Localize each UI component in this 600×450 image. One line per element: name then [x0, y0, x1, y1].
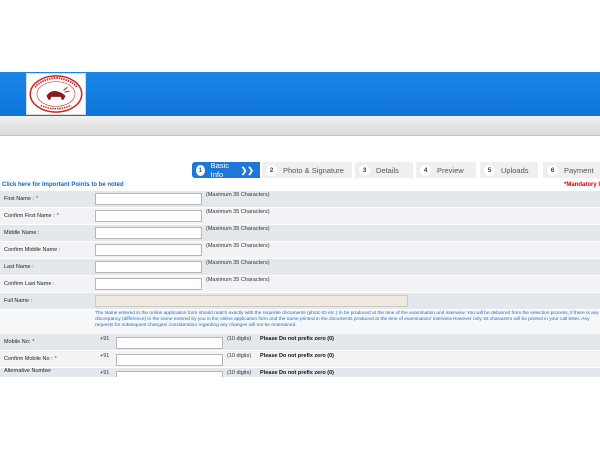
label-text: Confirm Last Name : — [4, 281, 55, 287]
form-row-confirm-last-name: Confirm Last Name : (Maximum 35 Characte… — [0, 276, 600, 293]
field-label: Mobile No: * — [0, 334, 92, 350]
form-row-full-name: Full Name : — [0, 293, 600, 310]
step-uploads[interactable]: 5 Uploads — [480, 162, 538, 178]
label-text: Last Name : — [4, 264, 34, 270]
name-matching-note: The Name entered in the online applicati… — [95, 311, 599, 328]
mobile-number-input[interactable] — [116, 337, 223, 349]
field-label: Full Name : — [0, 293, 92, 309]
bull-emblem-icon — [29, 75, 83, 113]
field-label: Middle Name : — [0, 225, 92, 241]
middle-name-input[interactable] — [95, 227, 202, 239]
field-cell: (Maximum 35 Characters) — [92, 242, 600, 258]
label-text: Confirm Mobile No : — [4, 356, 53, 362]
label-text: Mobile No: — [4, 339, 31, 345]
confirm-first-name-input[interactable] — [95, 210, 202, 222]
confirm-last-name-input[interactable] — [95, 278, 202, 290]
field-hint: (Maximum 35 Characters) — [206, 243, 270, 249]
form-row-confirm-first-name: Confirm First Name : * (Maximum 35 Chara… — [0, 208, 600, 225]
field-cell: (Maximum 35 Characters) — [92, 225, 600, 241]
last-name-input[interactable] — [95, 261, 202, 273]
step-number: 2 — [266, 164, 277, 176]
field-hint: (Maximum 35 Characters) — [206, 226, 270, 232]
required-marker: * — [56, 213, 59, 219]
field-cell: +91 (10 digits) Please Do not prefix zer… — [92, 334, 600, 350]
field-hint: (Maximum 35 Characters) — [206, 209, 270, 215]
form-row-confirm-middle-name: Confirm Middle Name : (Maximum 35 Charac… — [0, 242, 600, 259]
step-number: 3 — [359, 164, 370, 176]
field-cell: (Maximum 35 Characters) — [92, 276, 600, 292]
confirm-mobile-number-input[interactable] — [116, 354, 223, 366]
label-text: First Name : — [4, 196, 34, 202]
step-details[interactable]: 3 Details — [355, 162, 413, 178]
form-row-middle-name: Middle Name : (Maximum 35 Characters) — [0, 225, 600, 242]
top-banner — [0, 72, 600, 116]
no-zero-warning: Please Do not prefix zero (0) — [260, 370, 334, 376]
required-marker: * — [32, 339, 35, 345]
field-cell: (Maximum 35 Characters) — [92, 191, 600, 207]
emblem-logo — [26, 73, 86, 115]
field-label: Confirm Middle Name : — [0, 242, 92, 258]
form-row-confirm-mobile: Confirm Mobile No : * +91 (10 digits) Pl… — [0, 351, 600, 368]
label-text: Full Name : — [4, 298, 33, 304]
important-points-link[interactable]: Click here for Important Points to be no… — [2, 182, 124, 188]
required-marker: * — [54, 356, 57, 362]
mandatory-note: *Mandatory I — [563, 182, 600, 188]
country-code: +91 — [100, 353, 110, 359]
field-cell: (Maximum 35 Characters) — [92, 208, 600, 224]
required-marker: * — [35, 196, 39, 202]
field-label: Confirm Last Name : — [0, 276, 92, 292]
digits-hint: (10 digits) — [227, 336, 252, 342]
country-code: +91 — [100, 370, 110, 376]
step-label: Basic Info — [210, 161, 229, 179]
field-cell: (Maximum 35 Characters) — [92, 259, 600, 275]
step-payment[interactable]: 6 Payment — [543, 162, 600, 178]
step-number: 6 — [547, 164, 558, 176]
field-hint: (Maximum 35 Characters) — [206, 277, 270, 283]
no-zero-warning: Please Do not prefix zero (0) — [260, 353, 334, 359]
form-row-mobile: Mobile No: * +91 (10 digits) Please Do n… — [0, 334, 600, 351]
field-label: Confirm Mobile No : * — [0, 351, 92, 367]
field-hint: (Maximum 35 Characters) — [206, 192, 270, 198]
progress-steps: 1 Basic Info ❯❯ 2 Photo & Signature 3 De… — [0, 161, 600, 179]
digits-hint: (10 digits) — [227, 370, 252, 376]
step-label: Payment — [564, 165, 594, 175]
no-zero-warning: Please Do not prefix zero (0) — [260, 336, 334, 342]
step-number: 4 — [420, 164, 431, 176]
label-text: Confirm Middle Name : — [4, 247, 61, 253]
step-label: Details — [376, 165, 399, 175]
first-name-input[interactable] — [95, 193, 202, 205]
step-basic-info[interactable]: 1 Basic Info ❯❯ — [192, 161, 260, 179]
step-label: Preview — [437, 165, 464, 175]
form-row-alternative-number: Alternative Number +91 (10 digits) Pleas… — [0, 368, 600, 378]
step-label: Uploads — [501, 165, 529, 175]
basic-info-form: First Name : * (Maximum 35 Characters) C… — [0, 191, 600, 378]
field-label: Alternative Number — [0, 368, 92, 377]
full-name-readonly-field — [95, 295, 408, 307]
field-cell: +91 (10 digits) Please Do not prefix zer… — [92, 368, 600, 377]
country-code: +91 — [100, 336, 110, 342]
step-number: 1 — [196, 164, 205, 176]
chevron-right-icon: ❯❯ — [240, 165, 254, 175]
alternative-number-input[interactable] — [116, 371, 223, 377]
label-text: Alternative Number — [4, 368, 52, 374]
label-text: Confirm First Name : — [4, 213, 55, 219]
step-photo-signature[interactable]: 2 Photo & Signature — [262, 162, 352, 178]
step-preview[interactable]: 4 Preview — [416, 162, 476, 178]
confirm-middle-name-input[interactable] — [95, 244, 202, 256]
name-note-row: The Name entered in the online applicati… — [0, 310, 600, 334]
sub-navigation-bar — [0, 116, 600, 136]
field-label: Confirm First Name : * — [0, 208, 92, 224]
field-cell: +91 (10 digits) Please Do not prefix zer… — [92, 351, 600, 367]
form-row-first-name: First Name : * (Maximum 35 Characters) — [0, 191, 600, 208]
step-number: 5 — [484, 164, 495, 176]
label-text: Middle Name : — [4, 230, 40, 236]
field-label: First Name : * — [0, 191, 92, 207]
field-cell — [92, 293, 600, 309]
step-label: Photo & Signature — [283, 165, 344, 175]
field-hint: (Maximum 35 Characters) — [206, 260, 270, 266]
digits-hint: (10 digits) — [227, 353, 252, 359]
field-label: Last Name : — [0, 259, 92, 275]
form-row-last-name: Last Name : (Maximum 35 Characters) — [0, 259, 600, 276]
